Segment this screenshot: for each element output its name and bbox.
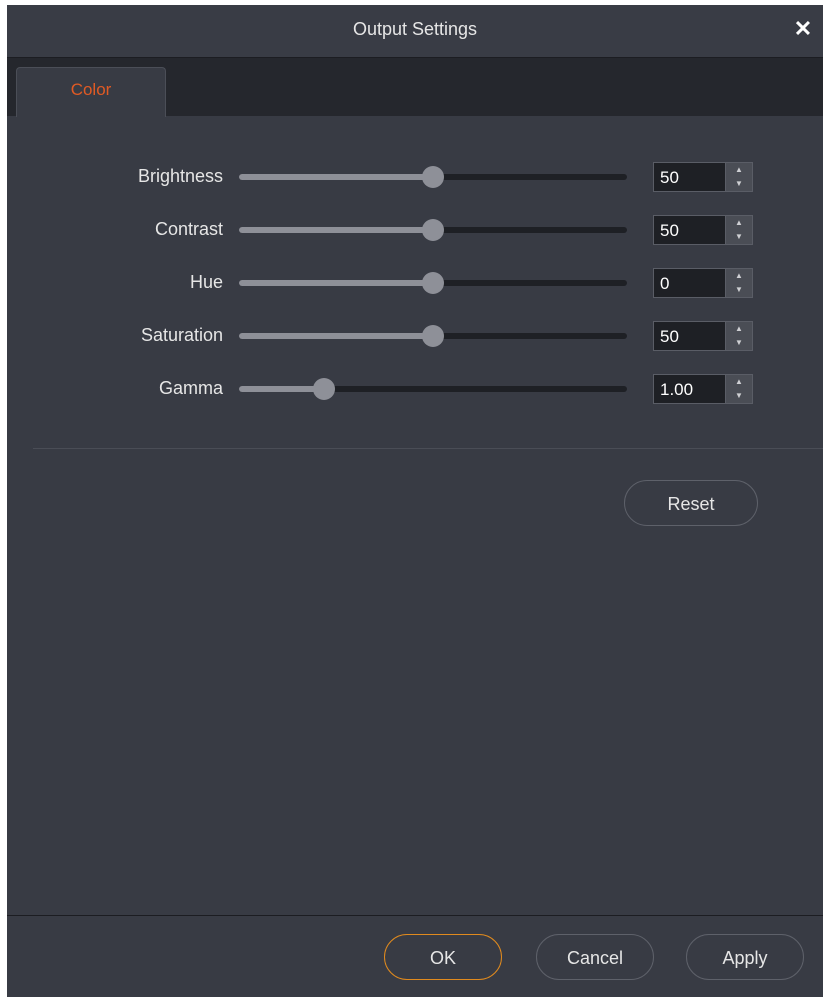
brightness-value[interactable]: 50 bbox=[660, 168, 679, 188]
hue-label: Hue bbox=[189, 272, 223, 292]
saturation-slider-handle[interactable] bbox=[422, 325, 444, 347]
apply-button[interactable]: Apply bbox=[686, 934, 804, 980]
hue-slider[interactable] bbox=[239, 272, 627, 294]
saturation-slider[interactable] bbox=[239, 325, 627, 347]
tab-color[interactable]: Color bbox=[16, 67, 166, 117]
spin-down-icon[interactable]: ▼ bbox=[726, 283, 752, 297]
hue-slider-handle[interactable] bbox=[422, 272, 444, 294]
brightness-spin-buttons: ▲ ▼ bbox=[725, 163, 752, 191]
gamma-spin-buttons: ▲ ▼ bbox=[725, 375, 752, 403]
hue-value[interactable]: 0 bbox=[660, 274, 669, 294]
cancel-button[interactable]: Cancel bbox=[536, 934, 654, 980]
brightness-slider-fill bbox=[239, 174, 433, 180]
spin-up-icon[interactable]: ▲ bbox=[726, 163, 752, 177]
slider-row-gamma: Gamma 1.00 ▲ ▼ bbox=[7, 374, 823, 404]
spin-down-icon[interactable]: ▼ bbox=[726, 177, 752, 191]
output-settings-dialog: Output Settings ✕ Color Brightness 50 ▲ … bbox=[7, 5, 823, 997]
slider-row-brightness: Brightness 50 ▲ ▼ bbox=[7, 162, 823, 192]
contrast-spinbox[interactable]: 50 ▲ ▼ bbox=[653, 215, 753, 245]
dialog-footer: OK Cancel Apply bbox=[7, 915, 823, 997]
contrast-value[interactable]: 50 bbox=[660, 221, 679, 241]
saturation-label: Saturation bbox=[140, 325, 223, 345]
slider-row-contrast: Contrast 50 ▲ ▼ bbox=[7, 215, 823, 245]
spin-down-icon[interactable]: ▼ bbox=[726, 230, 752, 244]
gamma-slider-fill bbox=[239, 386, 325, 392]
brightness-slider-handle[interactable] bbox=[422, 166, 444, 188]
contrast-spin-buttons: ▲ ▼ bbox=[725, 216, 752, 244]
brightness-label: Brightness bbox=[137, 166, 223, 186]
hue-spin-buttons: ▲ ▼ bbox=[725, 269, 752, 297]
gamma-slider[interactable] bbox=[239, 378, 627, 400]
gamma-spinbox[interactable]: 1.00 ▲ ▼ bbox=[653, 374, 753, 404]
hue-spinbox[interactable]: 0 ▲ ▼ bbox=[653, 268, 753, 298]
spin-down-icon[interactable]: ▼ bbox=[726, 389, 752, 403]
brightness-spinbox[interactable]: 50 ▲ ▼ bbox=[653, 162, 753, 192]
saturation-value[interactable]: 50 bbox=[660, 327, 679, 347]
spin-down-icon[interactable]: ▼ bbox=[726, 336, 752, 350]
gamma-slider-handle[interactable] bbox=[313, 378, 336, 400]
hue-slider-fill bbox=[239, 280, 433, 286]
contrast-label: Contrast bbox=[154, 219, 223, 239]
close-icon[interactable]: ✕ bbox=[791, 17, 815, 41]
spin-up-icon[interactable]: ▲ bbox=[726, 375, 752, 389]
slider-row-saturation: Saturation 50 ▲ ▼ bbox=[7, 321, 823, 351]
spin-up-icon[interactable]: ▲ bbox=[726, 322, 752, 336]
tab-bar: Color bbox=[7, 57, 823, 117]
slider-row-hue: Hue 0 ▲ ▼ bbox=[7, 268, 823, 298]
title-bar: Output Settings ✕ bbox=[7, 5, 823, 57]
section-divider bbox=[33, 448, 823, 449]
spin-up-icon[interactable]: ▲ bbox=[726, 216, 752, 230]
ok-button[interactable]: OK bbox=[384, 934, 502, 980]
saturation-slider-fill bbox=[239, 333, 433, 339]
reset-button[interactable]: Reset bbox=[624, 480, 758, 526]
saturation-spinbox[interactable]: 50 ▲ ▼ bbox=[653, 321, 753, 351]
contrast-slider-fill bbox=[239, 227, 433, 233]
contrast-slider-handle[interactable] bbox=[422, 219, 444, 241]
gamma-label: Gamma bbox=[158, 378, 223, 398]
contrast-slider[interactable] bbox=[239, 219, 627, 241]
brightness-slider[interactable] bbox=[239, 166, 627, 188]
saturation-spin-buttons: ▲ ▼ bbox=[725, 322, 752, 350]
gamma-value[interactable]: 1.00 bbox=[660, 380, 693, 400]
spin-up-icon[interactable]: ▲ bbox=[726, 269, 752, 283]
dialog-title: Output Settings bbox=[352, 19, 478, 39]
